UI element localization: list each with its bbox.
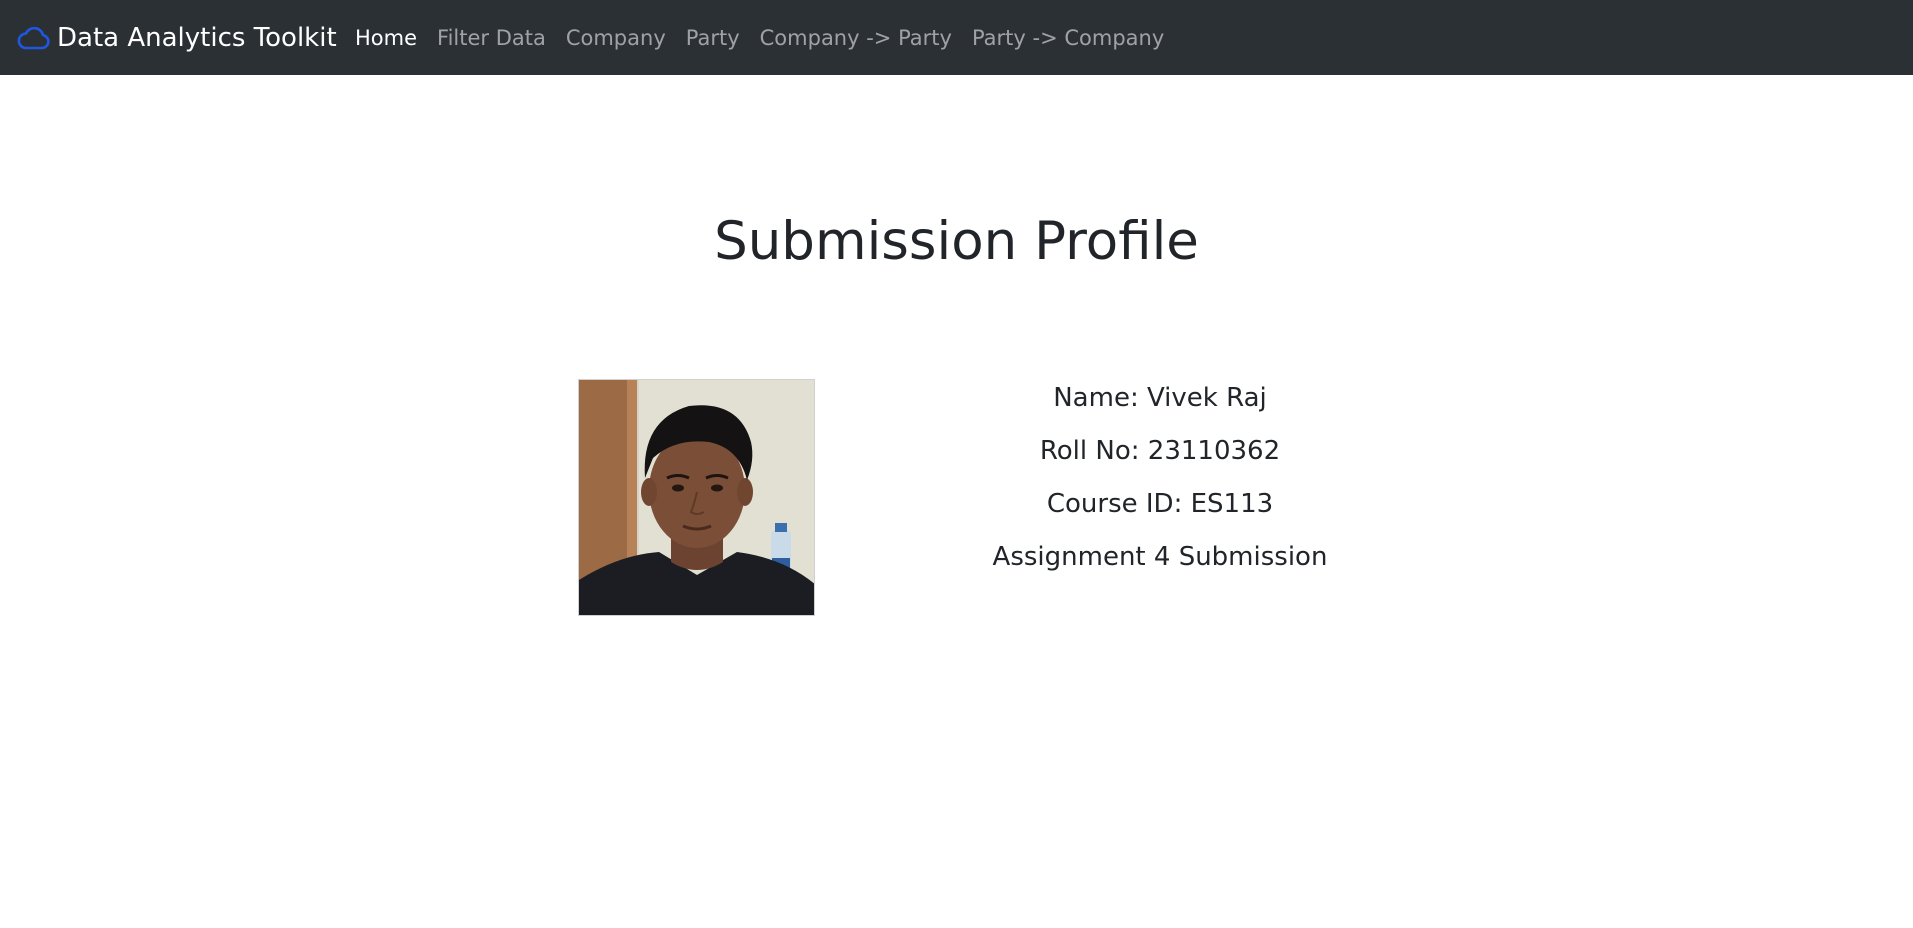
nav-party-to-company[interactable]: Party -> Company (972, 26, 1164, 50)
course-id: Course ID: ES113 (1046, 489, 1274, 519)
nav-filter-data[interactable]: Filter Data (437, 26, 546, 50)
profile-photo (578, 379, 815, 616)
roll-number: Roll No: 23110362 (1039, 436, 1281, 466)
page-title: Submission Profile (714, 211, 1199, 272)
nav-party[interactable]: Party (686, 26, 740, 50)
nav-company-to-party[interactable]: Company -> Party (760, 26, 952, 50)
assignment-label: Assignment 4 Submission (992, 542, 1328, 572)
navbar: Data Analytics Toolkit Home Filter Data … (0, 0, 1913, 75)
student-name: Name: Vivek Raj (1053, 383, 1267, 413)
cloud-icon (17, 26, 50, 50)
nav-links: Home Filter Data Company Party Company -… (355, 0, 1184, 75)
nav-company[interactable]: Company (566, 26, 666, 50)
brand-title: Data Analytics Toolkit (57, 23, 337, 53)
profile-details: Name: Vivek Raj Roll No: 23110362 Course… (960, 379, 1360, 591)
brand-link[interactable]: Data Analytics Toolkit (16, 19, 337, 57)
profile-photo-image (579, 380, 814, 615)
nav-home[interactable]: Home (355, 26, 417, 50)
